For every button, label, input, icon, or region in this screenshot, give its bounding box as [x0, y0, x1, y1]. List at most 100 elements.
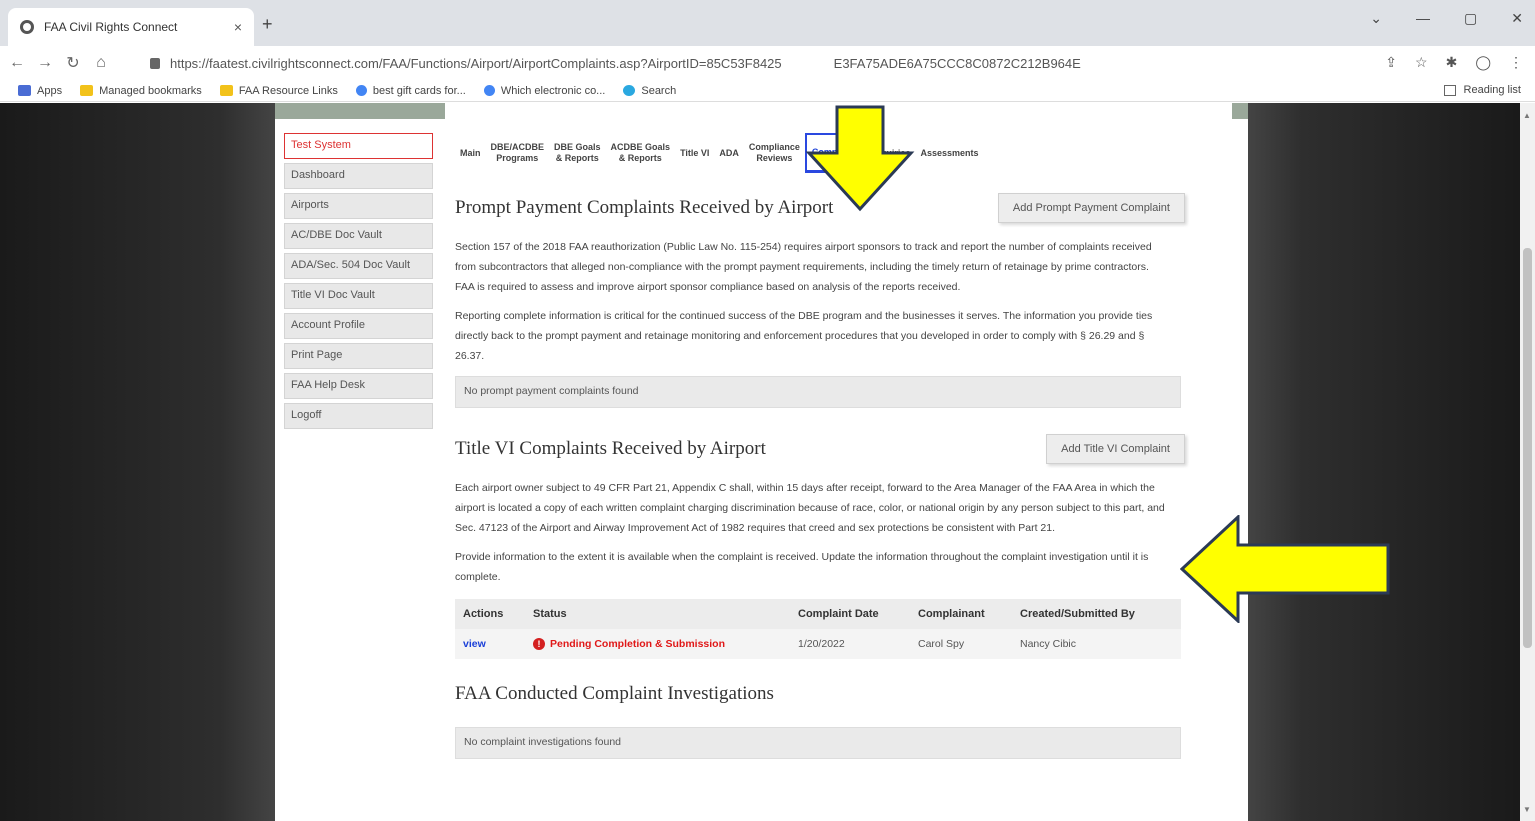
close-window-icon[interactable]: ✕ — [1511, 10, 1523, 27]
forward-icon[interactable]: → — [34, 54, 56, 72]
date-cell: 1/20/2022 — [790, 629, 910, 659]
bookmark-label: Search — [641, 84, 677, 97]
sidebar-item-ada-doc-vault[interactable]: ADA/Sec. 504 Doc Vault — [284, 253, 433, 279]
globe-icon — [20, 20, 34, 34]
bookmark-label: best gift cards for... — [372, 84, 466, 97]
extensions-icon[interactable]: ✱ — [1446, 54, 1458, 71]
tab-dbe-goals[interactable]: DBE Goals & Reports — [549, 133, 606, 173]
bookmark-managed[interactable]: Managed bookmarks — [80, 85, 202, 97]
maximize-icon[interactable]: ▢ — [1464, 10, 1477, 27]
window-controls: ⌄ — ▢ ✕ — [1370, 10, 1523, 27]
address-bar[interactable]: https://faatest.civilrightsconnect.com/F… — [150, 50, 1350, 76]
title-vi-instructions: Provide information to the extent it is … — [455, 551, 1149, 583]
lock-icon — [150, 57, 160, 69]
sidebar-item-print-page[interactable]: Print Page — [284, 343, 433, 369]
col-complainant: Complainant — [910, 599, 1012, 629]
search-globe-icon — [623, 85, 636, 96]
scroll-up-icon[interactable]: ▲ — [1523, 111, 1531, 120]
bookmarks-bar: Apps Managed bookmarks FAA Resource Link… — [0, 80, 1535, 102]
toolbar-icons: ⇪ ☆ ✱ ◯ ⋮ — [1385, 54, 1523, 71]
prompt-payment-title: Prompt Payment Complaints Received by Ai… — [455, 197, 834, 218]
header-strip — [275, 103, 445, 119]
sidebar-item-title-vi-doc-vault[interactable]: Title VI Doc Vault — [284, 283, 433, 309]
tab-compliance-reviews[interactable]: Compliance Reviews — [744, 133, 805, 173]
scrollbar[interactable]: ▲ ▼ — [1520, 103, 1535, 821]
complainant-cell: Carol Spy — [910, 629, 1012, 659]
table-row: view ! Pending Completion & Submission 1… — [455, 629, 1181, 659]
col-created: Created/Submitted By — [1012, 599, 1181, 629]
google-icon — [483, 85, 495, 96]
view-link[interactable]: view — [455, 629, 525, 659]
prompt-payment-instructions: Reporting complete information is critic… — [455, 310, 1153, 362]
background-right — [1248, 103, 1520, 821]
chevron-down-icon[interactable]: ⌄ — [1370, 10, 1382, 27]
add-title-vi-button[interactable]: Add Title VI Complaint — [1046, 434, 1185, 464]
url-text-tail: E3FA75ADE6A75CCC8C0872C212B964E — [833, 55, 1081, 71]
sidebar-item-airports[interactable]: Airports — [284, 193, 433, 219]
sidebar-item-account-profile[interactable]: Account Profile — [284, 313, 433, 339]
bookmark-faa-links[interactable]: FAA Resource Links — [219, 85, 338, 97]
close-icon[interactable]: × — [234, 19, 242, 35]
tab-title: FAA Civil Rights Connect — [44, 20, 178, 34]
status-badge: ! Pending Completion & Submission — [533, 638, 725, 650]
title-vi-table: Actions Status Complaint Date Complainan… — [455, 599, 1181, 659]
reading-list[interactable]: Reading list — [1443, 84, 1521, 96]
sidebar-item-logoff[interactable]: Logoff — [284, 403, 433, 429]
sidebar-item-acdbe-doc-vault[interactable]: AC/DBE Doc Vault — [284, 223, 433, 249]
title-vi-header: Title VI Complaints Received by Airport … — [455, 434, 1185, 464]
background-left — [0, 103, 275, 821]
star-icon[interactable]: ☆ — [1415, 54, 1428, 71]
scroll-down-icon[interactable]: ▼ — [1523, 805, 1531, 814]
tab-title-vi[interactable]: Title VI — [675, 133, 714, 173]
sidebar-nav: Test System Dashboard Airports AC/DBE Do… — [284, 133, 433, 433]
bookmark-label: Which electronic co... — [500, 84, 606, 97]
minimize-icon[interactable]: — — [1416, 10, 1430, 27]
bookmark-search[interactable]: Search — [623, 85, 676, 97]
profile-icon[interactable]: ◯ — [1475, 54, 1491, 71]
bookmark-electronic[interactable]: Which electronic co... — [483, 84, 606, 97]
bookmark-gift-cards[interactable]: best gift cards for... — [355, 84, 466, 97]
tab-dbe-acdbe-programs[interactable]: DBE/ACDBE Programs — [486, 133, 550, 173]
annotation-arrow-left-icon — [1180, 515, 1390, 623]
col-date: Complaint Date — [790, 599, 910, 629]
folder-icon — [80, 85, 94, 96]
page-viewport: ▲ ▼ Test System Dashboard Airports AC/DB… — [0, 103, 1535, 821]
sidebar-item-help-desk[interactable]: FAA Help Desk — [284, 373, 433, 399]
scroll-thumb[interactable] — [1523, 248, 1532, 648]
new-tab-button[interactable]: + — [262, 14, 273, 35]
menu-icon[interactable]: ⋮ — [1509, 54, 1523, 71]
tab-assessments[interactable]: Assessments — [915, 133, 983, 173]
reading-list-label: Reading list — [1463, 84, 1521, 96]
investigations-header: FAA Conducted Complaint Investigations — [455, 679, 1185, 709]
home-icon[interactable]: ⌂ — [90, 54, 112, 72]
reading-list-icon — [1443, 84, 1456, 96]
header-strip-right — [1232, 103, 1248, 119]
created-cell: Nancy Cibic — [1012, 629, 1181, 659]
google-icon — [355, 85, 367, 96]
bookmark-apps[interactable]: Apps — [18, 85, 62, 97]
tab-ada[interactable]: ADA — [714, 133, 744, 173]
status-cell: ! Pending Completion & Submission — [525, 629, 790, 659]
reload-icon[interactable]: ↻ — [62, 53, 84, 73]
share-icon[interactable]: ⇪ — [1385, 54, 1397, 71]
browser-tab[interactable]: FAA Civil Rights Connect × — [8, 8, 254, 46]
tab-main[interactable]: Main — [455, 133, 486, 173]
add-prompt-payment-button[interactable]: Add Prompt Payment Complaint — [997, 193, 1185, 223]
alert-icon: ! — [533, 638, 545, 650]
prompt-payment-description: Section 157 of the 2018 FAA reauthorizat… — [455, 241, 1152, 293]
investigations-title: FAA Conducted Complaint Investigations — [455, 683, 774, 704]
col-status: Status — [525, 599, 790, 629]
sidebar-item-test-system[interactable]: Test System — [284, 133, 433, 159]
url-text: https://faatest.civilrightsconnect.com/F… — [170, 55, 782, 71]
bookmark-label: Apps — [37, 84, 63, 97]
col-actions: Actions — [455, 599, 525, 629]
tab-acdbe-goals[interactable]: ACDBE Goals & Reports — [606, 133, 676, 173]
title-vi-title: Title VI Complaints Received by Airport — [455, 438, 766, 459]
status-text: Pending Completion & Submission — [550, 638, 726, 650]
browser-tab-strip: FAA Civil Rights Connect × + ⌄ — ▢ ✕ — [0, 0, 1535, 46]
title-vi-description: Each airport owner subject to 49 CFR Par… — [455, 482, 1165, 534]
sidebar-item-dashboard[interactable]: Dashboard — [284, 163, 433, 189]
folder-icon — [219, 85, 233, 96]
annotation-arrow-down-icon — [805, 105, 915, 212]
back-icon[interactable]: ← — [6, 54, 28, 72]
